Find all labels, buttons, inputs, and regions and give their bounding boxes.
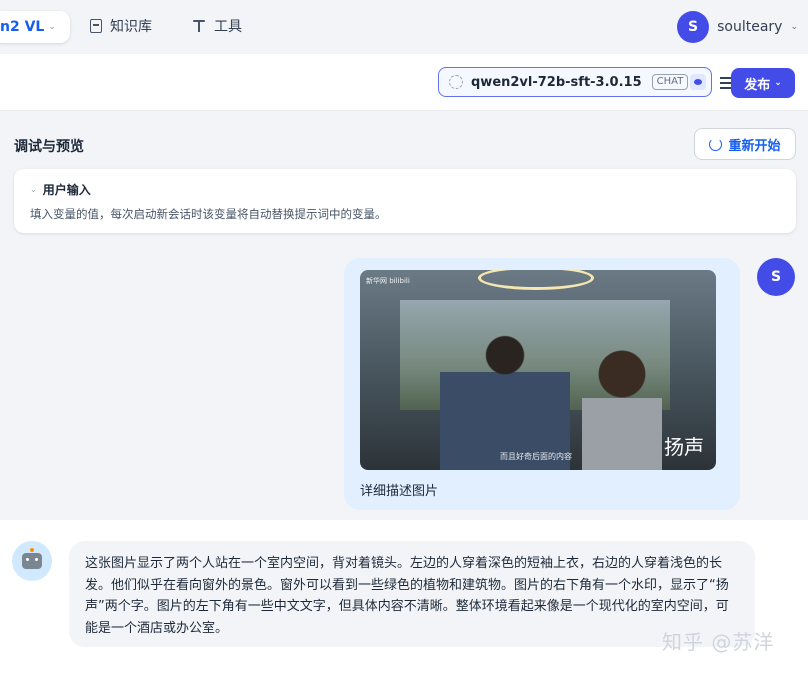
watermark: 知乎 @苏洋 xyxy=(662,630,775,654)
top-nav: n2 VL ⌄ 知识库 工具 S soulteary ⌄ xyxy=(0,0,808,54)
user-input-panel: ⌄ 用户输入 填入变量的值，每次启动新会话时该变量将自动替换提示词中的变量。 xyxy=(14,169,796,233)
refresh-icon xyxy=(709,137,723,151)
nav-knowledge-label: 知识库 xyxy=(110,19,152,35)
nav-tools[interactable]: 工具 xyxy=(192,16,242,36)
chevron-down-icon: ⌄ xyxy=(774,78,782,88)
chevron-down-icon: ⌄ xyxy=(30,185,37,194)
image-watermark: 扬声 xyxy=(664,435,704,459)
image-subtitle: 而且好奇后面的内容 xyxy=(500,452,572,461)
bot-avatar xyxy=(12,541,52,581)
restart-button[interactable]: 重新开始 xyxy=(694,128,796,160)
attached-image[interactable]: 新华网 bilibili 而且好奇后面的内容 扬声 xyxy=(360,270,716,470)
app-name: n2 VL xyxy=(0,19,45,35)
user-menu[interactable]: S soulteary ⌄ xyxy=(677,11,798,43)
chevron-down-icon: ⌄ xyxy=(48,22,56,32)
model-icon xyxy=(449,75,463,89)
vision-icon xyxy=(690,74,707,90)
user-message-text: 详细描述图片 xyxy=(360,484,439,499)
image-person-right xyxy=(582,350,662,470)
bot-message-text: 这张图片显示了两个人站在一个室内空间，背对着镜头。左边的人穿着深色的短袖上衣，右… xyxy=(85,556,729,636)
publish-label: 发布 xyxy=(744,77,771,93)
nav-tools-label: 工具 xyxy=(214,19,242,35)
app-switcher[interactable]: n2 VL ⌄ xyxy=(0,11,70,43)
avatar: S xyxy=(757,258,795,296)
avatar: S xyxy=(677,11,710,43)
mode-badge: CHAT xyxy=(651,74,689,90)
book-icon xyxy=(90,19,102,33)
user-message: 新华网 bilibili 而且好奇后面的内容 扬声 详细描述图片 xyxy=(344,258,740,510)
publish-button[interactable]: 发布 ⌄ xyxy=(731,68,795,98)
model-selector[interactable]: qwen2vl-72b-sft-3.0.15 CHAT xyxy=(438,67,737,97)
app-toolbar: qwen2vl-72b-sft-3.0.15 CHAT 发布 ⌄ xyxy=(0,54,808,111)
restart-label: 重新开始 xyxy=(728,138,781,154)
nav-knowledge[interactable]: 知识库 xyxy=(90,16,152,36)
image-person-left xyxy=(440,330,570,470)
bot-message: 这张图片显示了两个人站在一个室内空间，背对着镜头。左边的人穿着深色的短袖上衣，右… xyxy=(69,541,755,647)
robot-icon xyxy=(22,548,42,569)
tool-icon xyxy=(192,19,206,33)
user-avatar: S xyxy=(757,258,795,296)
user-input-description: 填入变量的值，每次启动新会话时该变量将自动替换提示词中的变量。 xyxy=(30,207,387,221)
username: soulteary xyxy=(717,19,783,35)
model-name: qwen2vl-72b-sft-3.0.15 xyxy=(471,74,642,90)
chevron-down-icon: ⌄ xyxy=(790,22,798,32)
user-input-title: 用户输入 xyxy=(42,183,91,197)
image-watermark-top-left: 新华网 bilibili xyxy=(366,277,410,285)
section-title: 调试与预览 xyxy=(14,139,84,155)
user-input-header[interactable]: ⌄ 用户输入 xyxy=(30,181,780,198)
image-lamp xyxy=(478,270,594,290)
